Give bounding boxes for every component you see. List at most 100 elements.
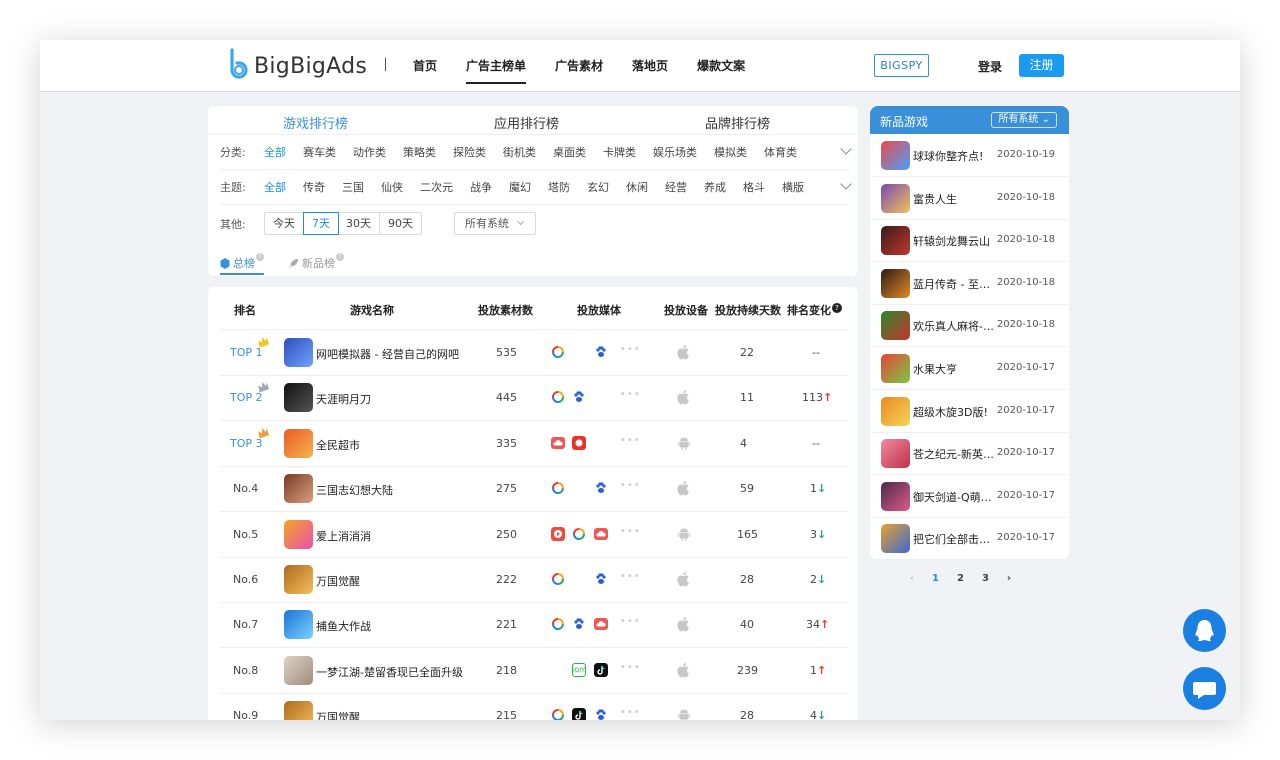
game-name[interactable]: 天涯明月刀 <box>316 391 371 407</box>
bigspy-button[interactable]: BIGSPY <box>874 54 929 77</box>
theme-option[interactable]: 格斗 <box>743 179 765 195</box>
period-90d[interactable]: 90天 <box>380 213 421 234</box>
game-icon[interactable] <box>881 481 910 511</box>
game-name[interactable]: 网吧模拟器 - 经营自己的网吧 <box>316 346 459 362</box>
nav-home[interactable]: 首页 <box>413 40 437 92</box>
new-game-name[interactable]: 富贵人生 <box>913 191 998 207</box>
game-icon[interactable] <box>881 439 910 469</box>
new-game-name[interactable]: 轩辕剑龙舞云山 <box>913 233 998 249</box>
category-option[interactable]: 娱乐场类 <box>653 144 697 160</box>
more-media-icon[interactable]: ••• <box>620 707 641 718</box>
game-name[interactable]: 万国觉醒 <box>316 573 360 589</box>
more-media-icon[interactable]: ••• <box>620 526 641 537</box>
table-row[interactable]: No.8 一梦江湖-楚留香现已全面升级 218 头条 iQIY ••• 239 1… <box>220 649 848 694</box>
new-game-name[interactable]: 御天剑道-Q萌回... <box>913 489 998 505</box>
new-game-name[interactable]: 水果大亨 <box>913 361 998 377</box>
new-game-name[interactable]: 欢乐真人麻将-大... <box>913 318 998 334</box>
more-media-icon[interactable]: ••• <box>620 344 641 355</box>
help-icon[interactable]: ? <box>832 303 842 313</box>
theme-option[interactable]: 经营 <box>665 179 687 195</box>
theme-option[interactable]: 全部 <box>264 179 286 195</box>
game-icon[interactable] <box>284 565 313 594</box>
game-name[interactable]: 三国志幻想大陆 <box>316 482 393 498</box>
game-icon[interactable] <box>881 311 910 341</box>
category-option[interactable]: 街机类 <box>503 144 536 160</box>
theme-option[interactable]: 战争 <box>470 179 492 195</box>
table-row[interactable]: TOP 2 天涯明月刀 445 头条 ••• 11 113↑ <box>220 376 848 422</box>
period-7d[interactable]: 7天 <box>303 212 339 235</box>
new-game-item[interactable]: 蓝月传奇 - 至尊... 2020-10-18 <box>870 262 1069 305</box>
game-icon[interactable] <box>881 226 910 256</box>
table-row[interactable]: No.6 万国觉醒 222 头条 ••• 28 2↓ <box>220 558 848 603</box>
theme-option[interactable]: 玄幻 <box>587 179 609 195</box>
tab-brand-ranking[interactable]: 品牌排行榜 <box>705 113 770 132</box>
game-icon[interactable] <box>881 524 910 554</box>
game-icon[interactable] <box>284 519 313 549</box>
new-game-item[interactable]: 御天剑道-Q萌回... 2020-10-17 <box>870 475 1069 518</box>
tab-app-ranking[interactable]: 应用排行榜 <box>494 113 559 132</box>
new-game-item[interactable]: 苍之纪元-新英雄... 2020-10-17 <box>870 432 1069 476</box>
game-icon[interactable] <box>284 701 313 720</box>
game-name[interactable]: 万国觉醒 <box>316 709 360 720</box>
game-name[interactable]: 一梦江湖-楚留香现已全面升级 <box>316 664 463 680</box>
page-3[interactable]: 3 <box>982 573 989 584</box>
game-name[interactable]: 捕鱼大作战 <box>316 618 371 634</box>
theme-option[interactable]: 仙侠 <box>381 179 403 195</box>
game-icon[interactable] <box>881 268 910 298</box>
more-media-icon[interactable]: ••• <box>620 662 641 673</box>
page-2[interactable]: 2 <box>957 573 964 584</box>
new-game-name[interactable]: 超级木旋3D版! <box>913 404 998 420</box>
theme-option[interactable]: 养成 <box>704 179 726 195</box>
more-media-icon[interactable]: ••• <box>620 571 641 582</box>
new-game-name[interactable]: 球球你整齐点! <box>913 148 998 164</box>
game-name[interactable]: 全民超市 <box>316 437 360 453</box>
new-game-name[interactable]: 苍之纪元-新英雄... <box>913 446 998 462</box>
message-chat-button[interactable] <box>1183 667 1226 710</box>
page-prev[interactable]: ‹ <box>910 573 914 584</box>
page-1[interactable]: 1 <box>932 573 939 584</box>
new-game-name[interactable]: 蓝月传奇 - 至尊... <box>913 276 998 292</box>
nav-landing-pages[interactable]: 落地页 <box>632 40 668 92</box>
theme-option[interactable]: 传奇 <box>303 179 325 195</box>
table-row[interactable]: No.5 爱上消消消 250 ••• 165 3↓ <box>220 513 848 558</box>
category-option[interactable]: 体育类 <box>764 144 797 160</box>
table-row[interactable]: TOP 1 网吧模拟器 - 经营自己的网吧 535 头条 ••• 22 -- <box>220 331 848 376</box>
category-option[interactable]: 卡牌类 <box>603 144 636 160</box>
table-row[interactable]: No.9 万国觉醒 215 ••• 28 4↓ <box>220 694 848 720</box>
new-game-item[interactable]: 水果大亨 2020-10-17 <box>870 347 1069 390</box>
game-icon[interactable] <box>881 354 910 383</box>
game-icon[interactable] <box>284 474 313 504</box>
category-option[interactable]: 策略类 <box>403 144 436 160</box>
nav-advertiser-ranking[interactable]: 广告主榜单 <box>466 40 527 92</box>
period-30d[interactable]: 30天 <box>338 213 380 234</box>
system-select[interactable]: 所有系统 <box>454 212 536 235</box>
login-link[interactable]: 登录 <box>978 58 1002 75</box>
category-option[interactable]: 桌面类 <box>553 144 586 160</box>
new-game-item[interactable]: 把它们全部击倒... 2020-10-17 <box>870 517 1069 560</box>
nav-hot-copy[interactable]: 爆款文案 <box>697 40 745 92</box>
more-media-icon[interactable]: ••• <box>620 480 641 491</box>
category-option[interactable]: 赛车类 <box>303 144 336 160</box>
game-icon[interactable] <box>284 655 313 685</box>
more-media-icon[interactable]: ••• <box>620 389 641 400</box>
game-icon[interactable] <box>284 338 313 367</box>
category-option[interactable]: 全部 <box>264 144 286 160</box>
register-button[interactable]: 注册 <box>1019 54 1064 77</box>
new-game-item[interactable]: 欢乐真人麻将-大... 2020-10-18 <box>870 304 1069 348</box>
subtab-new[interactable]: 新品榜? <box>288 250 344 276</box>
new-game-item[interactable]: 富贵人生 2020-10-18 <box>870 177 1069 220</box>
subtab-overall[interactable]: 总榜? <box>220 250 264 276</box>
theme-option[interactable]: 三国 <box>342 179 364 195</box>
chevron-down-icon[interactable] <box>840 178 852 190</box>
page-next[interactable]: › <box>1007 573 1011 584</box>
game-icon[interactable] <box>284 428 313 458</box>
table-row[interactable]: No.7 捕鱼大作战 221 ••• 40 34↑ <box>220 603 848 649</box>
new-game-item[interactable]: 超级木旋3D版! 2020-10-17 <box>870 390 1069 433</box>
chevron-down-icon[interactable] <box>840 143 852 155</box>
game-icon[interactable] <box>881 141 910 170</box>
help-icon[interactable]: ? <box>256 253 264 261</box>
qq-chat-button[interactable] <box>1183 609 1226 652</box>
theme-option[interactable]: 横版 <box>782 179 804 195</box>
nav-ad-creatives[interactable]: 广告素材 <box>555 40 603 92</box>
tab-game-ranking[interactable]: 游戏排行榜 <box>283 113 348 132</box>
